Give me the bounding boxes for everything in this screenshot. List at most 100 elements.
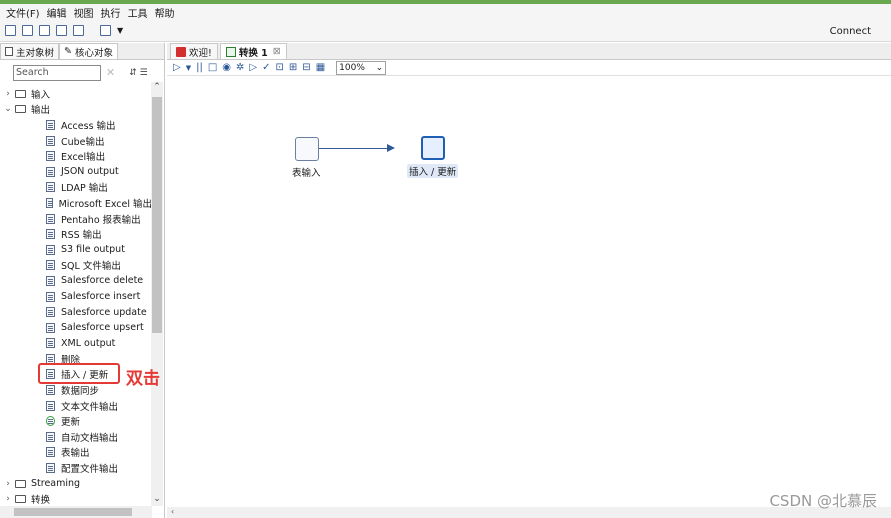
tree-item[interactable]: Access 输出: [0, 117, 152, 133]
tab-label: 核心对象: [74, 47, 113, 59]
chevron-down-icon: ⌄: [375, 62, 384, 73]
tree-item[interactable]: LDAP 输出: [0, 180, 152, 196]
step-icon: [46, 135, 55, 146]
tree-item-label: Cube输出: [61, 136, 105, 148]
tree-vertical-scrollbar[interactable]: ⌃ ⌄: [151, 82, 163, 506]
step-icon: [46, 400, 55, 411]
table-input-step-icon[interactable]: [295, 137, 319, 161]
tree-folder-input[interactable]: › 输入: [0, 86, 152, 102]
tree-item[interactable]: Microsoft Excel 输出: [0, 195, 152, 211]
menu-file[interactable]: 文件(F): [6, 5, 40, 20]
run-dropdown-icon[interactable]: ▼: [186, 64, 191, 72]
editor-tab-bar: 欢迎! 转换 1 ⊠: [167, 43, 891, 60]
tree-item[interactable]: SQL 文件输出: [0, 258, 152, 274]
grid-icon[interactable]: ▦: [316, 62, 325, 73]
step-icon: [46, 197, 53, 208]
run-icon[interactable]: ▷: [173, 62, 181, 73]
main-toolbar: ▼ Connect: [0, 20, 891, 42]
transformation-canvas[interactable]: 表输入 插入 / 更新: [167, 77, 891, 507]
zoom-value: 100%: [339, 62, 365, 73]
explore-db-icon[interactable]: ⊟: [302, 62, 310, 73]
tree-item[interactable]: 文本文件输出: [0, 398, 152, 414]
tree-item-label: Salesforce update: [61, 306, 147, 318]
stop-icon[interactable]: □: [208, 62, 217, 73]
tab-transform-1[interactable]: 转换 1 ⊠: [219, 43, 287, 59]
menu-view[interactable]: 视图: [74, 5, 94, 20]
tree-item-label: Microsoft Excel 输出: [58, 198, 152, 210]
save-icon[interactable]: [56, 25, 67, 36]
close-tab-icon[interactable]: ⊠: [273, 46, 281, 57]
chevron-right-icon[interactable]: ›: [1, 494, 15, 504]
tree-horizontal-scrollbar[interactable]: [0, 506, 152, 518]
annotation-double-click: 双击: [126, 369, 160, 389]
tree-item[interactable]: 自动文档输出: [0, 429, 152, 445]
sql-icon[interactable]: ⊞: [289, 62, 297, 73]
search-row: Search ✕ ⇵ ☰: [0, 62, 164, 83]
pencil-icon: ✎: [64, 46, 72, 57]
tree-folder-output[interactable]: ⌄ 输出: [0, 102, 152, 118]
connect-button[interactable]: Connect: [830, 26, 871, 37]
tree-item-label: LDAP 输出: [61, 183, 108, 195]
replay-icon[interactable]: ▷: [249, 62, 257, 73]
chevron-right-icon[interactable]: ›: [1, 479, 15, 489]
tree-item[interactable]: Salesforce upsert: [0, 320, 152, 336]
tree-folder-streaming[interactable]: › Streaming: [0, 476, 152, 492]
search-input[interactable]: Search: [13, 64, 101, 81]
step-icon: [46, 307, 55, 318]
tree-item[interactable]: Excel输出: [0, 148, 152, 164]
impact-icon[interactable]: ⊡: [276, 62, 284, 73]
tree-item[interactable]: Pentaho 报表输出: [0, 211, 152, 227]
hop-line[interactable]: [319, 148, 391, 149]
tree-item[interactable]: RSS 输出: [0, 226, 152, 242]
zoom-select[interactable]: 100% ⌄: [336, 60, 387, 75]
editor-panel: 欢迎! 转换 1 ⊠ ▷ ▼ || □ ◉ ✲ ▷ ✓ ⊡ ⊞ ⊟ ▦ 100%…: [167, 43, 891, 518]
tree-item[interactable]: Salesforce insert: [0, 289, 152, 305]
tree-item[interactable]: Salesforce delete: [0, 273, 152, 289]
pause-icon[interactable]: ||: [196, 62, 203, 73]
tree-item[interactable]: JSON output: [0, 164, 152, 180]
folder-icon: [15, 495, 26, 504]
scroll-up-icon[interactable]: ⌃: [151, 82, 163, 94]
menu-edit[interactable]: 编辑: [47, 5, 67, 20]
folder-icon: [15, 479, 26, 488]
step-icon: [46, 322, 55, 333]
layers-dropdown-icon[interactable]: ▼: [117, 26, 123, 35]
insert-update-step-icon[interactable]: [421, 136, 445, 160]
expand-collapse-icon[interactable]: ⇵ ☰: [129, 68, 147, 78]
insert-update-step-label: 插入 / 更新: [407, 164, 459, 178]
tree-item[interactable]: Cube输出: [0, 133, 152, 149]
layers-icon[interactable]: [100, 25, 111, 36]
tree-item[interactable]: S3 file output: [0, 242, 152, 258]
step-icon: [46, 166, 55, 177]
object-tree: › 输入 ⌄ 输出 Access 输出 Cube输出 Excel输出 JSON …: [0, 86, 152, 506]
menu-run[interactable]: 执行: [101, 5, 121, 20]
tree-item-label: 自动文档输出: [61, 432, 119, 444]
tree-item[interactable]: 表输出: [0, 445, 152, 461]
tree-item[interactable]: 配置文件输出: [0, 460, 152, 476]
menu-help[interactable]: 帮助: [155, 5, 175, 20]
tab-core-objects[interactable]: ✎ 核心对象: [59, 43, 118, 59]
clear-search-icon[interactable]: ✕: [106, 66, 115, 79]
debug-icon[interactable]: ✲: [236, 62, 244, 73]
scroll-down-icon[interactable]: ⌄: [151, 494, 163, 506]
tree-item[interactable]: XML output: [0, 336, 152, 352]
tab-main-object-tree[interactable]: 主对象树: [0, 43, 60, 59]
chevron-right-icon[interactable]: ›: [1, 89, 15, 99]
chevron-down-icon[interactable]: ⌄: [1, 104, 15, 114]
open-file-icon[interactable]: [22, 25, 33, 36]
scrollbar-thumb[interactable]: [152, 97, 162, 333]
tree-item[interactable]: Salesforce update: [0, 304, 152, 320]
tree-folder-transform[interactable]: › 转换: [0, 491, 152, 506]
tab-welcome[interactable]: 欢迎!: [170, 43, 218, 59]
menu-tools[interactable]: 工具: [128, 5, 148, 20]
verify-icon[interactable]: ✓: [262, 62, 270, 73]
explore-icon[interactable]: [39, 25, 50, 36]
preview-icon[interactable]: ◉: [222, 62, 231, 73]
tree-item-label: 文本文件输出: [61, 401, 119, 413]
save-as-icon[interactable]: [73, 25, 84, 36]
tree-folder-label: 输出: [31, 105, 51, 117]
new-file-icon[interactable]: [5, 25, 16, 36]
tree-item[interactable]: 更新: [0, 413, 152, 429]
scrollbar-thumb[interactable]: [14, 508, 132, 516]
tree-item-label: Access 输出: [61, 120, 116, 132]
